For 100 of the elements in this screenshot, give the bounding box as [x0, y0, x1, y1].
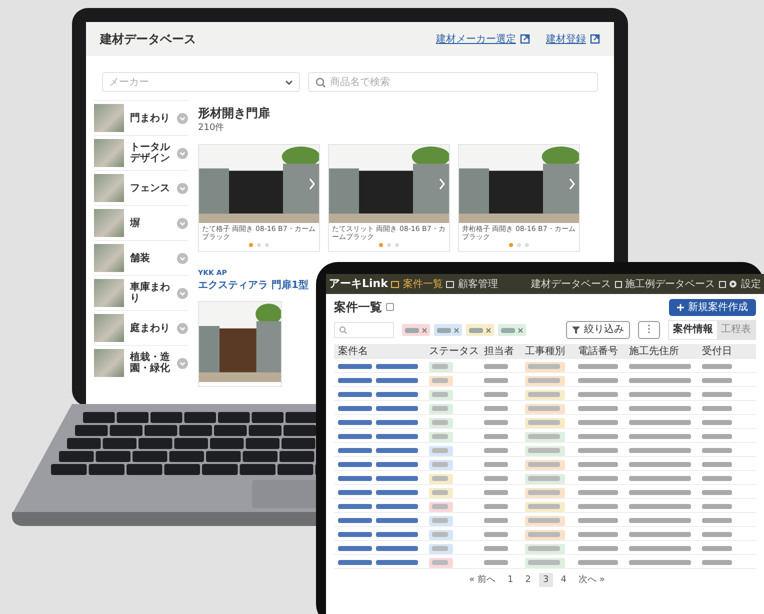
blurred-text[interactable]: [376, 504, 418, 509]
folder-icon: [390, 280, 399, 288]
blurred-text[interactable]: [376, 378, 418, 383]
page-link[interactable]: 2: [521, 573, 535, 587]
carousel-dot[interactable]: [509, 242, 513, 247]
carousel-dot[interactable]: [249, 242, 253, 247]
blurred-text: [484, 546, 508, 551]
page-link[interactable]: 1: [504, 573, 518, 587]
blurred-text: [702, 476, 732, 481]
category-item[interactable]: 門まわり: [94, 100, 188, 135]
close-icon[interactable]: [486, 328, 491, 332]
blurred-text: [629, 462, 691, 467]
blurred-text: [484, 490, 508, 495]
external-link-icon: [590, 34, 600, 44]
category-item[interactable]: 舗装: [94, 240, 188, 275]
blurred-text: [484, 476, 508, 481]
carousel-dot[interactable]: [395, 242, 399, 247]
carousel-dot[interactable]: [379, 242, 383, 247]
blurred-text[interactable]: [376, 462, 418, 467]
blurred-text[interactable]: [376, 392, 418, 397]
toggle-option[interactable]: 案件情報: [669, 321, 717, 339]
carousel-dot[interactable]: [525, 242, 529, 247]
search-field[interactable]: [334, 322, 394, 338]
blurred-text[interactable]: [376, 518, 418, 523]
close-icon[interactable]: [518, 328, 523, 332]
thumbnail-photo: [94, 244, 124, 272]
category-item[interactable]: フェンス: [94, 170, 188, 205]
new-project-button[interactable]: 新規案件作成: [669, 298, 756, 316]
close-icon[interactable]: [422, 328, 427, 332]
blurred-text[interactable]: [338, 504, 372, 509]
blurred-text[interactable]: [338, 392, 372, 397]
blurred-text[interactable]: [338, 476, 372, 481]
blurred-text[interactable]: [338, 462, 372, 467]
category-item[interactable]: 庭まわり: [94, 310, 188, 345]
blurred-text: [702, 434, 732, 439]
page-link[interactable]: 次へ »: [574, 573, 609, 587]
filter-tag[interactable]: [434, 324, 462, 336]
blurred-text[interactable]: [376, 476, 418, 481]
category-item[interactable]: 車庫まわり: [94, 275, 188, 310]
nav-link[interactable]: 案件一覧: [390, 276, 443, 292]
close-icon[interactable]: [454, 328, 459, 332]
blurred-text[interactable]: [338, 490, 372, 495]
carousel-dot[interactable]: [517, 242, 521, 247]
category-item[interactable]: トータルデザイン: [94, 135, 188, 170]
blurred-text[interactable]: [376, 406, 418, 411]
category-item[interactable]: 植栽・造園・緑化: [94, 345, 188, 380]
blurred-text: [484, 378, 508, 383]
blurred-text[interactable]: [376, 448, 418, 453]
filter-tag[interactable]: [498, 324, 526, 336]
blurred-text[interactable]: [338, 546, 372, 551]
page-link[interactable]: 4: [556, 573, 570, 587]
category-item[interactable]: 塀: [94, 205, 188, 240]
chevron-icon: [177, 322, 188, 334]
copy-icon[interactable]: [386, 303, 394, 311]
blurred-text[interactable]: [338, 448, 372, 453]
blurred-text[interactable]: [376, 546, 418, 551]
blurred-text[interactable]: [338, 532, 372, 537]
chevron-icon: [177, 218, 188, 228]
blurred-text[interactable]: [338, 434, 372, 439]
carousel-dot[interactable]: [265, 242, 269, 247]
filter-button[interactable]: 絞り込み: [566, 321, 630, 339]
product-link[interactable]: エクスティアラ 門扉1型: [198, 278, 308, 294]
settings-link[interactable]: 設定: [729, 276, 761, 292]
carousel-dot[interactable]: [387, 242, 391, 247]
column-header: 施工先住所: [629, 344, 680, 359]
nav-link[interactable]: 顧客管理: [446, 276, 498, 292]
blurred-text[interactable]: [338, 518, 372, 523]
column-header: 工事種別: [525, 344, 566, 359]
blurred-text[interactable]: [376, 434, 418, 439]
more-button[interactable]: ⋮: [638, 321, 660, 339]
page-link[interactable]: 3: [539, 573, 553, 587]
external-link[interactable]: 建材メーカー選定: [436, 32, 530, 46]
plus-icon: [677, 304, 684, 310]
external-link[interactable]: 施工例データベース: [625, 276, 726, 292]
carousel-dot[interactable]: [257, 242, 261, 247]
external-link-icon: [520, 34, 530, 44]
external-link[interactable]: 建材登録: [546, 32, 600, 46]
blurred-text: [578, 364, 618, 369]
page-link[interactable]: « 前へ: [465, 573, 500, 587]
blurred-text: [629, 364, 691, 369]
blurred-text[interactable]: [338, 364, 372, 369]
blurred-text[interactable]: [338, 378, 372, 383]
external-link[interactable]: 建材データベース: [531, 276, 622, 292]
blurred-text[interactable]: [376, 490, 418, 495]
filter-tag[interactable]: [466, 324, 494, 336]
blurred-text: [484, 364, 508, 369]
blurred-text[interactable]: [338, 420, 372, 425]
chevron-icon: [177, 148, 188, 158]
blurred-text[interactable]: [376, 420, 418, 425]
app-logo[interactable]: アーキLink: [329, 276, 388, 292]
filter-tag[interactable]: [402, 324, 430, 336]
search-icon: [315, 76, 326, 88]
blurred-text[interactable]: [338, 406, 372, 411]
blurred-text: [484, 420, 508, 425]
blurred-text[interactable]: [376, 532, 418, 537]
blurred-text: [578, 518, 618, 523]
blurred-text[interactable]: [376, 560, 418, 565]
blurred-text[interactable]: [376, 364, 418, 369]
blurred-text[interactable]: [338, 560, 372, 565]
column-header: 担当者: [484, 344, 515, 359]
